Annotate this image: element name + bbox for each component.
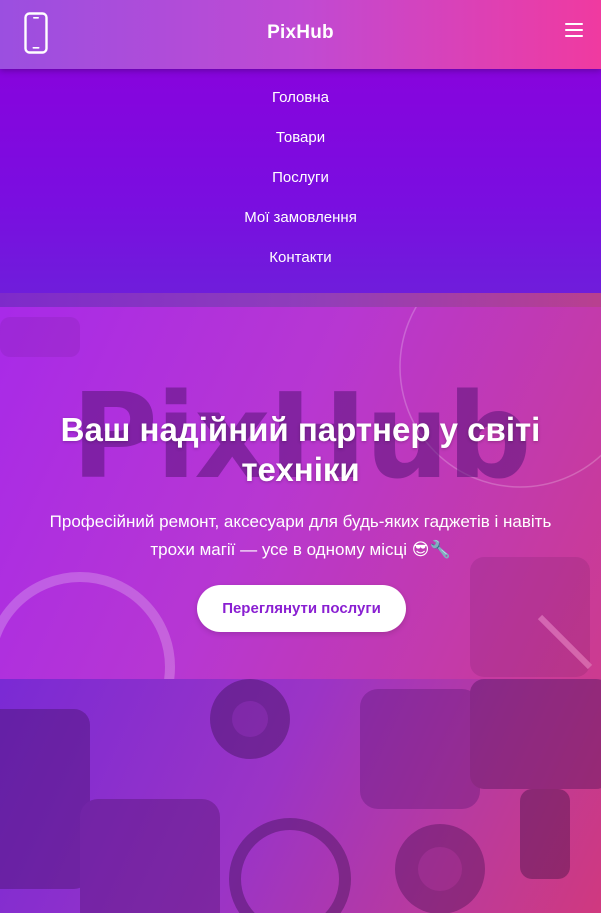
gadgets-art: [0, 679, 601, 913]
brand-title[interactable]: PixHub: [0, 22, 601, 44]
nav-menu: Головна Товари Послуги Мої замовлення Ко…: [0, 69, 601, 293]
nav-item-home[interactable]: Головна: [0, 89, 601, 106]
decorative-strip: [0, 293, 601, 307]
site-header: PixHub: [0, 0, 601, 69]
nav-item-products[interactable]: Товари: [0, 129, 601, 146]
hamburger-icon[interactable]: [565, 22, 583, 38]
page: PixHub Головна Товари Послуги Мої замовл…: [0, 0, 601, 913]
nav-item-services[interactable]: Послуги: [0, 169, 601, 186]
hero-subtitle: Професійний ремонт, аксесуари для будь-я…: [49, 512, 552, 559]
hamburger-line: [565, 35, 583, 37]
hero-section: PixHub Ваш надійний партнер у світі техн…: [0, 307, 601, 679]
gadgets-background: [0, 679, 601, 913]
hamburger-line: [565, 29, 583, 31]
hero-title: Ваш надійний партнер у світі техніки: [60, 411, 541, 488]
nav-item-orders[interactable]: Мої замовлення: [0, 209, 601, 226]
hamburger-line: [565, 23, 583, 25]
nav-item-contacts[interactable]: Контакти: [0, 249, 601, 266]
view-services-button[interactable]: Переглянути послуги: [197, 585, 406, 632]
